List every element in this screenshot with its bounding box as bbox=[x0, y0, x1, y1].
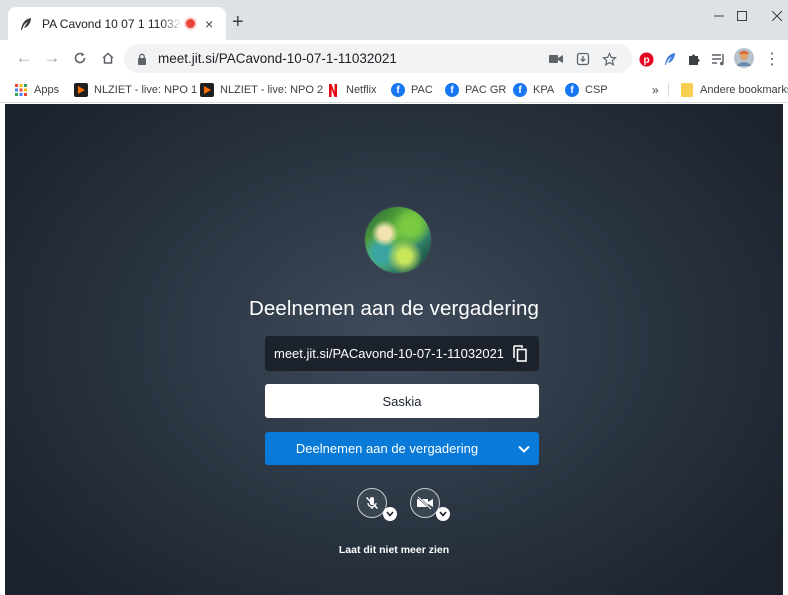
microphone-toggle-button[interactable] bbox=[357, 488, 397, 521]
join-meeting-button[interactable]: Deelnemen aan de vergadering bbox=[265, 432, 539, 465]
join-meeting-label: Deelnemen aan de vergadering bbox=[295, 441, 479, 456]
npo-icon bbox=[74, 83, 88, 97]
apps-grid-icon bbox=[14, 83, 28, 97]
maximize-icon bbox=[737, 11, 747, 21]
npo-icon bbox=[200, 83, 214, 97]
bookmarks-bar: Apps NLZIET - live: NPO 1 NLZIET - live:… bbox=[0, 77, 788, 103]
extensions-puzzle-icon[interactable] bbox=[684, 49, 704, 69]
chevron-down-icon bbox=[518, 445, 530, 453]
recording-indicator-icon bbox=[186, 19, 195, 28]
pinterest-extension-icon[interactable]: p bbox=[636, 49, 656, 69]
bookmark-label: NLZIET - live: NPO 2 bbox=[220, 84, 324, 96]
user-avatar bbox=[365, 207, 431, 273]
bookmark-star-icon[interactable] bbox=[600, 50, 618, 68]
bookmark-other-folder[interactable]: Andere bookmarks bbox=[680, 81, 788, 99]
bookmark-nlziet-npo1[interactable]: NLZIET - live: NPO 1 bbox=[74, 81, 197, 99]
bookmark-kpa[interactable]: f KPA bbox=[513, 81, 554, 99]
facebook-icon: f bbox=[391, 83, 405, 97]
home-icon bbox=[102, 52, 114, 64]
bookmark-netflix[interactable]: Netflix bbox=[326, 81, 377, 99]
bookmark-label: Netflix bbox=[346, 84, 377, 96]
bookmark-label: PAC bbox=[411, 84, 433, 96]
camera-toggle-button[interactable] bbox=[410, 488, 450, 521]
dont-show-again-link[interactable]: Laat dit niet meer zien bbox=[5, 544, 783, 556]
back-button[interactable]: ← bbox=[12, 46, 36, 70]
browser-tab-active[interactable]: PA Cavond 10 07 1 11032021 × bbox=[8, 7, 226, 40]
camera-options-icon[interactable] bbox=[436, 507, 450, 521]
display-name-input[interactable] bbox=[265, 384, 539, 418]
bookmark-label: CSP bbox=[585, 84, 608, 96]
address-bar[interactable]: meet.jit.si/PACavond-10-07-1-11032021 bbox=[124, 44, 632, 73]
browser-toolbar: ← → meet.jit.si/PACavond-10-07-1-1103202… bbox=[0, 40, 788, 77]
facebook-icon: f bbox=[565, 83, 579, 97]
forward-button[interactable]: → bbox=[40, 46, 64, 70]
home-button[interactable] bbox=[96, 46, 120, 70]
lock-icon bbox=[136, 52, 148, 66]
tab-close-icon[interactable]: × bbox=[205, 17, 213, 31]
reload-icon bbox=[74, 52, 86, 64]
window-close-button[interactable] bbox=[754, 0, 788, 32]
media-queue-icon[interactable] bbox=[708, 49, 728, 69]
window-close-icon bbox=[772, 11, 782, 21]
bookmark-pac-gr[interactable]: f PAC GR bbox=[445, 81, 506, 99]
install-app-icon[interactable] bbox=[574, 50, 592, 68]
tab-title: PA Cavond 10 07 1 11032021 bbox=[42, 16, 182, 31]
feather-favicon-icon bbox=[18, 16, 34, 32]
meeting-url-text: meet.jit.si/PACavond-10-07-1-11032021 bbox=[274, 346, 505, 361]
bookmark-apps[interactable]: Apps bbox=[14, 81, 59, 99]
netflix-icon bbox=[326, 83, 340, 97]
bookmark-label: PAC GR bbox=[465, 84, 507, 96]
facebook-icon: f bbox=[513, 83, 527, 97]
bookmark-label: NLZIET - live: NPO 1 bbox=[94, 84, 198, 96]
prejoin-heading: Deelnemen aan de vergadering bbox=[249, 297, 539, 320]
browser-menu-icon[interactable]: ⋮ bbox=[762, 49, 782, 69]
profile-avatar[interactable] bbox=[733, 47, 755, 69]
prejoin-screen: Deelnemen aan de vergadering meet.jit.si… bbox=[5, 104, 783, 595]
bookmark-pac[interactable]: f PAC bbox=[391, 81, 433, 99]
svg-text:p: p bbox=[643, 55, 649, 66]
bookmark-csp[interactable]: f CSP bbox=[565, 81, 608, 99]
bookmark-label: Andere bookmarks bbox=[700, 84, 788, 96]
tab-strip: PA Cavond 10 07 1 11032021 × + bbox=[0, 0, 788, 40]
bookmark-label: Apps bbox=[34, 84, 60, 96]
address-url: meet.jit.si/PACavond-10-07-1-11032021 bbox=[158, 51, 397, 66]
meeting-url-box[interactable]: meet.jit.si/PACavond-10-07-1-11032021 bbox=[265, 336, 539, 371]
folder-icon bbox=[680, 83, 694, 97]
bookmarks-overflow-button[interactable]: » bbox=[652, 81, 659, 99]
new-tab-button[interactable]: + bbox=[232, 12, 244, 32]
camera-in-use-icon[interactable] bbox=[547, 50, 565, 68]
bookmark-nlziet-npo2[interactable]: NLZIET - live: NPO 2 bbox=[200, 81, 323, 99]
microphone-options-icon[interactable] bbox=[383, 507, 397, 521]
facebook-icon: f bbox=[445, 83, 459, 97]
bookmark-label: KPA bbox=[533, 84, 555, 96]
join-options-dropdown[interactable] bbox=[509, 432, 539, 465]
reload-button[interactable] bbox=[68, 46, 92, 70]
copy-icon[interactable] bbox=[513, 345, 527, 362]
feather-extension-icon[interactable] bbox=[660, 49, 680, 69]
bookmarks-divider bbox=[668, 83, 669, 97]
